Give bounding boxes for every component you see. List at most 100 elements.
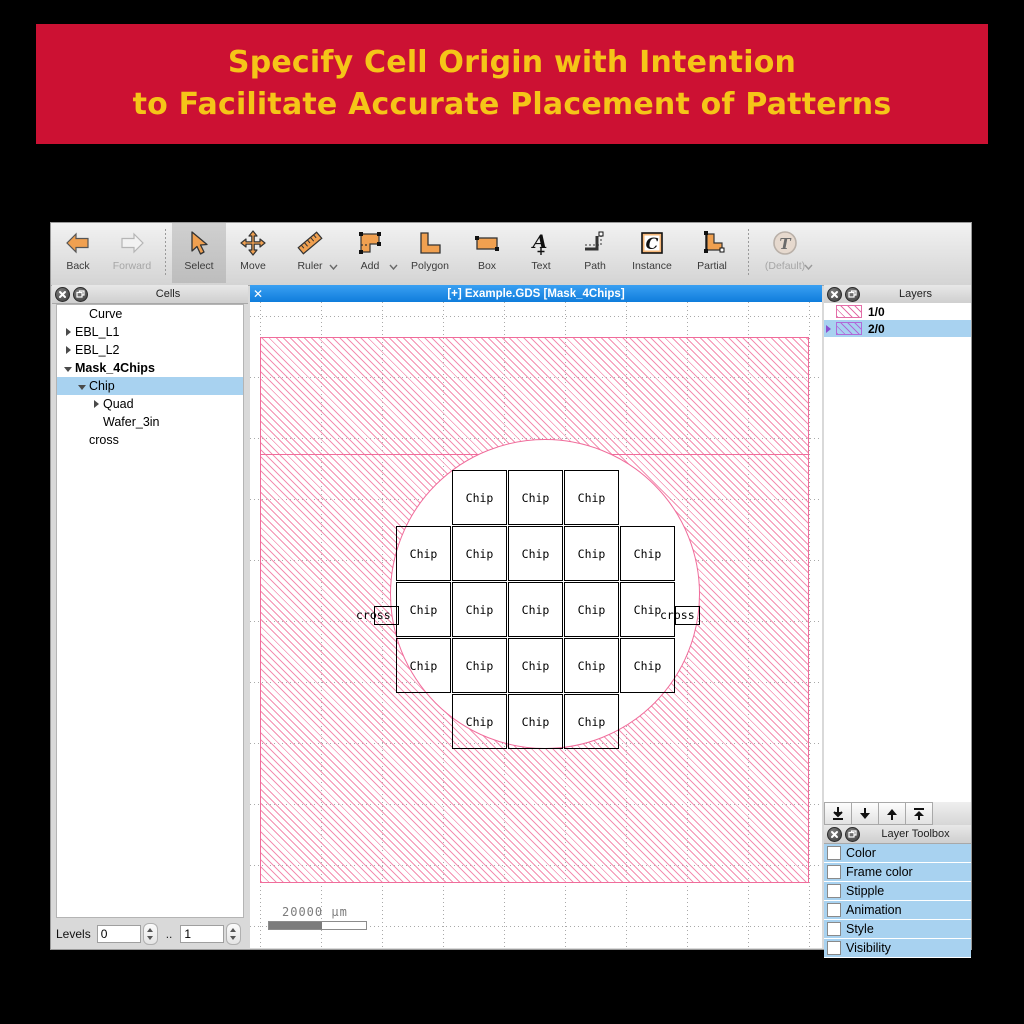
toolbar-button-add[interactable]: Add	[340, 223, 400, 283]
title-banner: Specify Cell Origin with Intention to Fa…	[36, 24, 988, 144]
canvas-tab-title[interactable]: [+] Example.GDS [Mask_4Chips]	[250, 288, 822, 300]
chip-instance[interactable]: Chip	[564, 582, 619, 637]
chip-instance[interactable]: Chip	[564, 694, 619, 749]
layers-list[interactable]: 1/0 2/0	[824, 303, 971, 803]
layer-toolbox-float-button[interactable]	[845, 826, 860, 842]
cross-marker-label-left: cross	[356, 608, 391, 622]
toolbar-button-partial[interactable]: Partial	[682, 223, 742, 283]
toolbar-button-select[interactable]: Select	[172, 223, 226, 283]
scale-bar-track	[268, 921, 367, 930]
expand-arrow-icon[interactable]	[93, 400, 99, 408]
chip-instance[interactable]: Chip	[452, 638, 507, 693]
chip-instance[interactable]: Chip	[452, 582, 507, 637]
collapse-arrow-icon[interactable]	[64, 367, 72, 372]
levels-min-stepper[interactable]	[142, 923, 158, 945]
layout-canvas[interactable]: Chip Chip Chip Chip Chip Chip Chip Chip …	[250, 302, 822, 948]
chip-instance[interactable]: Chip	[508, 694, 563, 749]
cell-tree-label: EBL_L1	[75, 325, 120, 339]
toolbar-button-instance[interactable]: C Instance	[622, 223, 682, 283]
text-a-icon: A	[531, 231, 547, 255]
scale-bar-value: 20000 µm	[282, 905, 348, 919]
cell-tree-item-curve[interactable]: Curve	[57, 305, 243, 323]
toolbar-button-polygon[interactable]: Polygon	[400, 223, 460, 283]
checkbox[interactable]	[827, 884, 841, 898]
chevron-down-icon[interactable]	[389, 264, 398, 270]
layer-row-1-0[interactable]: 1/0	[824, 303, 971, 320]
toolbar-button-back[interactable]: Back	[51, 223, 105, 283]
toolbar-button-move[interactable]: Move	[226, 223, 280, 283]
layer-toolbox-item-style[interactable]: Style	[824, 920, 971, 939]
chip-instance[interactable]: Chip	[508, 638, 563, 693]
layer-move-to-top-button[interactable]	[906, 802, 933, 825]
cells-tree[interactable]: Curve EBL_L1 EBL_L2 Mask_4Chips Chip Qua…	[56, 304, 244, 918]
checkbox[interactable]	[827, 941, 841, 955]
checkbox[interactable]	[827, 865, 841, 879]
forward-arrow-icon	[121, 232, 144, 254]
layer-move-down-button[interactable]	[852, 802, 879, 825]
layer-toolbox-item-frame-color[interactable]: Frame color	[824, 863, 971, 882]
toolbar-button-forward[interactable]: Forward	[105, 223, 159, 283]
levels-max-stepper[interactable]	[226, 923, 242, 945]
checkbox[interactable]	[827, 922, 841, 936]
chevron-down-icon[interactable]	[329, 264, 338, 270]
cells-panel-float-button[interactable]	[73, 286, 88, 302]
layer-move-to-bottom-button[interactable]	[824, 802, 852, 825]
toolbar-label-polygon: Polygon	[411, 260, 449, 272]
layers-panel-float-button[interactable]	[845, 286, 860, 302]
collapse-arrow-icon[interactable]	[78, 385, 86, 390]
chip-instance[interactable]: Chip	[620, 638, 675, 693]
layers-panel-close-button[interactable]	[827, 286, 842, 302]
chip-instance[interactable]: Chip	[564, 526, 619, 581]
toolbar-label-text: Text	[531, 260, 551, 272]
toolbar-button-box[interactable]: Box	[460, 223, 514, 283]
layer-move-up-button[interactable]	[879, 802, 906, 825]
chip-instance[interactable]: Chip	[564, 638, 619, 693]
checkbox[interactable]	[827, 846, 841, 860]
cell-tree-item-cross[interactable]: cross	[57, 431, 243, 449]
layer-toolbox-item-stipple[interactable]: Stipple	[824, 882, 971, 901]
cell-tree-item-ebl-l2[interactable]: EBL_L2	[57, 341, 243, 359]
chip-instance[interactable]: Chip	[508, 470, 563, 525]
chip-instance[interactable]: Chip	[452, 470, 507, 525]
chip-instance[interactable]: Chip	[452, 694, 507, 749]
toolbar-separator-2	[748, 229, 749, 277]
chip-instance[interactable]: Chip	[452, 526, 507, 581]
expand-arrow-icon[interactable]	[65, 346, 71, 354]
checkbox[interactable]	[827, 903, 841, 917]
chevron-down-icon[interactable]	[804, 264, 813, 270]
layer-toolbox-label: Animation	[846, 903, 902, 917]
expand-arrow-icon[interactable]	[65, 328, 71, 336]
layer-row-2-0[interactable]: 2/0	[824, 320, 971, 337]
toolbar-button-default-technology[interactable]: T (Default)	[755, 223, 815, 283]
layer-toolbox-close-button[interactable]	[827, 826, 842, 842]
cell-tree-item-chip[interactable]: Chip	[57, 377, 243, 395]
layer-toolbox-item-visibility[interactable]: Visibility	[824, 939, 971, 958]
grid-line	[250, 316, 822, 317]
chip-instance[interactable]: Chip	[564, 470, 619, 525]
chip-instance[interactable]: Chip	[508, 526, 563, 581]
ruler-icon	[297, 231, 323, 255]
levels-min-input[interactable]	[96, 925, 141, 943]
cell-tree-item-ebl-l1[interactable]: EBL_L1	[57, 323, 243, 341]
toolbar-label-ruler: Ruler	[297, 260, 323, 272]
scale-bar-fill	[269, 922, 323, 929]
svg-text:T: T	[779, 235, 792, 253]
toolbar-button-path[interactable]: Path	[568, 223, 622, 283]
toolbar-button-text[interactable]: A Text	[514, 223, 568, 283]
layer-toolbox-item-color[interactable]: Color	[824, 844, 971, 863]
cells-panel-header: Cells	[52, 285, 248, 304]
chip-instance[interactable]: Chip	[396, 526, 451, 581]
cell-tree-item-wafer-3in[interactable]: Wafer_3in	[57, 413, 243, 431]
expand-arrow-icon[interactable]	[826, 324, 831, 333]
chip-instance[interactable]: Chip	[396, 582, 451, 637]
chip-instance[interactable]: Chip	[396, 638, 451, 693]
cell-tree-item-quad[interactable]: Quad	[57, 395, 243, 413]
chip-instance[interactable]: Chip	[620, 526, 675, 581]
layer-toolbox-item-animation[interactable]: Animation	[824, 901, 971, 920]
chip-instance[interactable]: Chip	[508, 582, 563, 637]
instance-c-icon: C	[641, 232, 663, 254]
levels-max-input[interactable]	[180, 925, 225, 943]
cell-tree-item-mask-4chips[interactable]: Mask_4Chips	[57, 359, 243, 377]
toolbar-button-ruler[interactable]: Ruler	[280, 223, 340, 283]
cells-panel-close-button[interactable]	[55, 286, 70, 302]
